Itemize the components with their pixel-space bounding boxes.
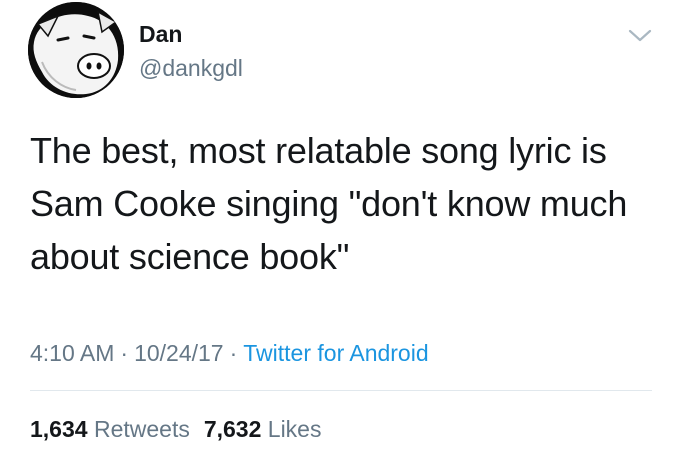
tweet-source-link[interactable]: Twitter for Android	[243, 340, 428, 366]
chevron-down-icon	[628, 29, 652, 42]
tweet-menu-button[interactable]	[626, 26, 654, 46]
tweet-time[interactable]: 4:10 AM	[30, 340, 114, 366]
tweet-card: Dan @dankgdl The best, most relatable so…	[0, 0, 680, 460]
likes-label: Likes	[267, 416, 322, 442]
meta-separator: ·	[120, 340, 129, 366]
divider	[30, 390, 652, 391]
tweet-date[interactable]: 10/24/17	[134, 340, 224, 366]
meta-separator: ·	[229, 340, 238, 366]
author-handle[interactable]: @dankgdl	[139, 54, 243, 82]
retweets-stat[interactable]: 1,634 Retweets	[30, 416, 190, 442]
likes-stat[interactable]: 7,632 Likes	[204, 416, 322, 442]
pig-face-avatar-icon	[28, 2, 124, 98]
retweets-label: Retweets	[93, 416, 190, 442]
retweets-count: 1,634	[30, 416, 88, 442]
tweet-text: The best, most relatable song lyric is S…	[30, 130, 628, 277]
likes-count: 7,632	[203, 416, 262, 442]
tweet-stats: 1,634 Retweets 7,632 Likes	[30, 414, 321, 444]
author-name[interactable]: Dan	[139, 20, 182, 48]
avatar[interactable]	[28, 2, 124, 98]
tweet-metadata: 4:10 AM · 10/24/17 · Twitter for Android	[30, 338, 429, 368]
